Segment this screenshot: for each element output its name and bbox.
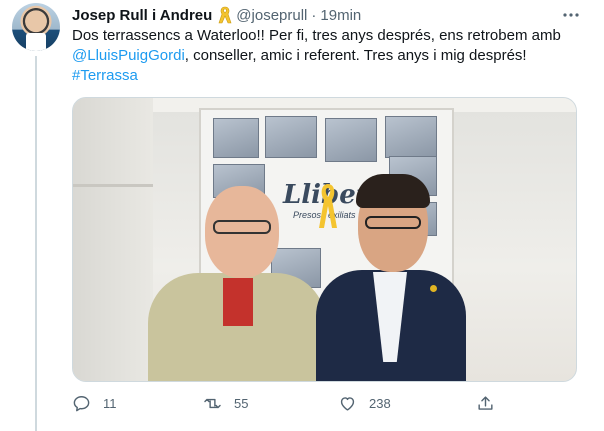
mention-link[interactable]: @LluisPuigGordi bbox=[72, 47, 185, 64]
heart-icon bbox=[340, 397, 355, 411]
reply-icon bbox=[73, 396, 90, 412]
retweet-count: 55 bbox=[234, 396, 249, 411]
share-icon bbox=[478, 396, 493, 410]
person-right-glasses bbox=[365, 216, 421, 229]
poster-portrait bbox=[325, 118, 377, 162]
timestamp[interactable]: 19min bbox=[320, 7, 361, 24]
retweet-icon bbox=[204, 398, 221, 409]
tweet-text-line2: , conseller, amic i referent. Tres anys … bbox=[184, 47, 527, 64]
person-right-hair bbox=[356, 174, 430, 208]
tweet-text-line1: Dos terrassencs a Waterloo!! Per fi, tre… bbox=[72, 27, 561, 44]
person-left-shirt bbox=[223, 278, 253, 326]
poster-portrait bbox=[213, 118, 259, 158]
like-button[interactable]: 238 bbox=[338, 394, 391, 413]
reply-count: 11 bbox=[103, 396, 117, 411]
tweet-photo[interactable]: Llibertat Presos i exiliats bbox=[72, 97, 577, 382]
retweet-button[interactable]: 55 bbox=[203, 394, 248, 413]
poster-portrait bbox=[265, 116, 317, 158]
separator-dot: · bbox=[311, 6, 317, 24]
display-name[interactable]: Josep Rull i Andreu bbox=[72, 7, 212, 24]
avatar[interactable] bbox=[12, 3, 60, 51]
tweet-header: Josep Rull i Andreu @joseprull · 19min bbox=[72, 5, 361, 25]
handle[interactable]: @joseprull bbox=[236, 7, 307, 24]
tweet-text: Dos terrassencs a Waterloo!! Per fi, tre… bbox=[72, 26, 582, 86]
tweet-actions: 11 55 238 bbox=[72, 394, 502, 416]
photo-wall-line bbox=[73, 184, 153, 187]
poster-ribbon-icon bbox=[319, 184, 337, 228]
share-button[interactable] bbox=[476, 394, 495, 413]
poster-portrait bbox=[385, 116, 437, 158]
person-left-glasses bbox=[213, 220, 271, 234]
photo-wall bbox=[73, 98, 153, 381]
hashtag-link[interactable]: #Terrassa bbox=[72, 67, 138, 84]
thread-line bbox=[35, 56, 37, 431]
like-count: 238 bbox=[369, 396, 391, 411]
yellow-ribbon-icon bbox=[218, 6, 232, 24]
tweet: Josep Rull i Andreu @joseprull · 19min D… bbox=[0, 0, 604, 431]
yellow-ribbon-pin bbox=[430, 285, 437, 292]
reply-button[interactable]: 11 bbox=[72, 394, 117, 413]
